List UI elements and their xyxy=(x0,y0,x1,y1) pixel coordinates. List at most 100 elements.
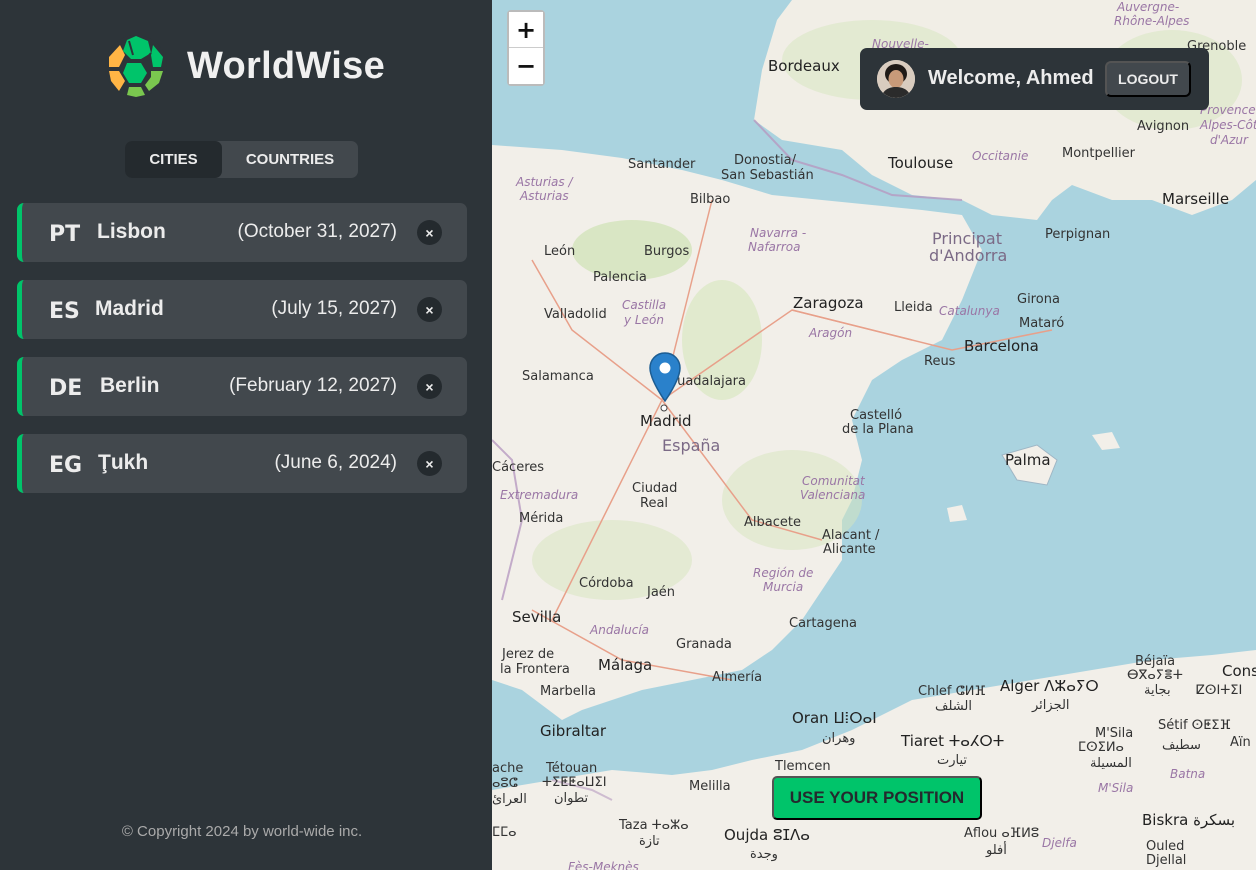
map-label: Gibraltar xyxy=(540,722,607,740)
map-label: Mataró xyxy=(1019,316,1065,331)
map-label: Almería xyxy=(712,670,763,685)
map-label: Cáceres xyxy=(492,460,545,475)
delete-city-button[interactable]: × xyxy=(417,451,442,476)
map-label: y León xyxy=(624,313,664,327)
map-label: M'Sila xyxy=(1095,726,1134,741)
map-label: Perpignan xyxy=(1045,227,1111,242)
map-label: Biskra بسكرة xyxy=(1142,811,1236,829)
map-label: ⴰⵓⵛ xyxy=(492,776,518,791)
user-avatar-icon xyxy=(877,60,915,98)
map-label: Mérida xyxy=(519,511,564,526)
map-label: Toulouse xyxy=(888,154,954,172)
tab-countries[interactable]: COUNTRIES xyxy=(222,141,358,178)
map-label: سطيف xyxy=(1162,738,1201,753)
country-code: DE xyxy=(49,376,83,401)
map-label: Montpellier xyxy=(1062,146,1135,161)
map-label: Const xyxy=(1222,662,1256,680)
map-label: الجزائر xyxy=(1032,698,1070,713)
map-label: Burgos xyxy=(644,244,690,259)
map-label: Sétif ⵙⵟⵉⴼ xyxy=(1158,718,1231,733)
map-label: Aragón xyxy=(809,326,853,340)
map-label: Castilla xyxy=(622,298,667,312)
map-label: la Frontera xyxy=(500,662,570,677)
map-label: Lleida xyxy=(894,300,933,315)
city-item-tukh[interactable]: EG Ţukh (June 6, 2024) × xyxy=(17,434,467,493)
map-label: Catalunya xyxy=(939,304,1000,318)
map-label: Extremadura xyxy=(500,488,579,502)
map-label: Jerez de xyxy=(502,647,555,662)
city-date: (February 12, 2027) xyxy=(229,375,397,396)
country-code: EG xyxy=(49,453,83,478)
map-label: الشلف xyxy=(935,699,972,714)
map-label: de la Plana xyxy=(842,422,914,437)
map-label: Auvergne- xyxy=(1117,0,1180,14)
map-label: Zaragoza xyxy=(793,294,864,312)
map-label: Oujda ⵓⵊⴷⴰ xyxy=(724,826,810,844)
zoom-control: + − xyxy=(507,10,545,86)
map-label: Marseille xyxy=(1162,190,1230,208)
map-label: Avignon xyxy=(1137,119,1190,134)
map-label: Valladolid xyxy=(544,307,607,322)
map-label: وجدة xyxy=(750,847,778,862)
map-label: المسيلة xyxy=(1090,756,1132,771)
map-label: Girona xyxy=(1017,292,1060,307)
map-label: Alicante xyxy=(823,542,876,557)
map-label: Asturias xyxy=(520,189,569,203)
map-label: ⵜⵉⵟⵟⴰⵡⵉⵏ xyxy=(542,775,607,790)
logo[interactable]: WorldWise xyxy=(103,33,385,99)
map-label: تطوان xyxy=(554,791,589,806)
delete-city-button[interactable]: × xyxy=(417,220,442,245)
map-label: d'Andorra xyxy=(929,246,1008,265)
map-label: Aflou ⴰⴼⵍⵓ xyxy=(964,826,1040,841)
city-date: (October 31, 2027) xyxy=(237,221,397,242)
city-name: Lisbon xyxy=(97,220,166,243)
country-code: ES xyxy=(49,299,80,324)
map-label: Occitanie xyxy=(972,149,1029,163)
delete-city-button[interactable]: × xyxy=(417,297,442,322)
map-label: Taza ⵜⴰⵣⴰ xyxy=(619,818,689,833)
map-label: Región de xyxy=(753,566,814,580)
map-label: Jaén xyxy=(647,585,676,600)
map-label: San Sebastián xyxy=(721,168,814,183)
map-label: Djellal xyxy=(1146,853,1187,868)
city-item-berlin[interactable]: DE Berlin (February 12, 2027) × xyxy=(17,357,467,416)
map-marker-icon[interactable] xyxy=(649,352,681,402)
map-label: Palma xyxy=(1005,451,1051,469)
city-item-lisbon[interactable]: PT Lisbon (October 31, 2027) × xyxy=(17,203,467,262)
map-label: وهران xyxy=(822,731,856,746)
zoom-out-button[interactable]: − xyxy=(509,48,543,84)
delete-city-button[interactable]: × xyxy=(417,374,442,399)
tab-cities[interactable]: CITIES xyxy=(125,141,222,178)
map-label: Béjaïa xyxy=(1135,654,1176,669)
app-name: WorldWise xyxy=(187,44,386,87)
map-label: Córdoba xyxy=(579,576,634,591)
map-label: Djelfa xyxy=(1042,836,1077,850)
map-label: Oran ⵡⵂⵔⴰⵏ xyxy=(792,709,877,727)
map[interactable]: Bordeaux Toulouse Montpellier Marseille … xyxy=(492,0,1256,870)
globe-logo-icon xyxy=(105,35,167,97)
map-label: ⵎⵙⵉⵍⴰ xyxy=(1078,740,1124,755)
map-label: بجاية xyxy=(1144,683,1171,698)
map-label: M'Sila xyxy=(1098,781,1134,795)
map-label: ⵇⵙⵏⵜⵉⵏ xyxy=(1196,683,1243,698)
map-label: Reus xyxy=(924,354,956,369)
map-label: Ciudad xyxy=(632,481,678,496)
map-label: Cartagena xyxy=(789,616,857,631)
map-label: ⴱⴳⴰⵢⴻⵜ xyxy=(1127,668,1183,683)
map-label: Rhône-Alpes xyxy=(1114,14,1190,28)
use-your-position-button[interactable]: USE YOUR POSITION xyxy=(772,776,982,820)
map-label: Málaga xyxy=(598,656,653,674)
city-date: (July 15, 2027) xyxy=(271,298,397,319)
city-item-madrid[interactable]: ES Madrid (July 15, 2027) × xyxy=(17,280,467,339)
zoom-in-button[interactable]: + xyxy=(509,12,543,48)
city-date: (June 6, 2024) xyxy=(274,452,397,473)
map-label: Donostia/ xyxy=(734,153,796,168)
map-label: تيارت xyxy=(937,753,968,768)
map-label: Melilla xyxy=(689,779,731,794)
city-list: PT Lisbon (October 31, 2027) × ES Madrid… xyxy=(17,203,467,511)
map-label: Albacete xyxy=(744,515,801,530)
map-label: Barcelona xyxy=(964,337,1039,355)
map-label: Andalucía xyxy=(590,623,650,637)
logout-button[interactable]: LOGOUT xyxy=(1105,61,1191,97)
map-label: Bilbao xyxy=(690,192,731,207)
